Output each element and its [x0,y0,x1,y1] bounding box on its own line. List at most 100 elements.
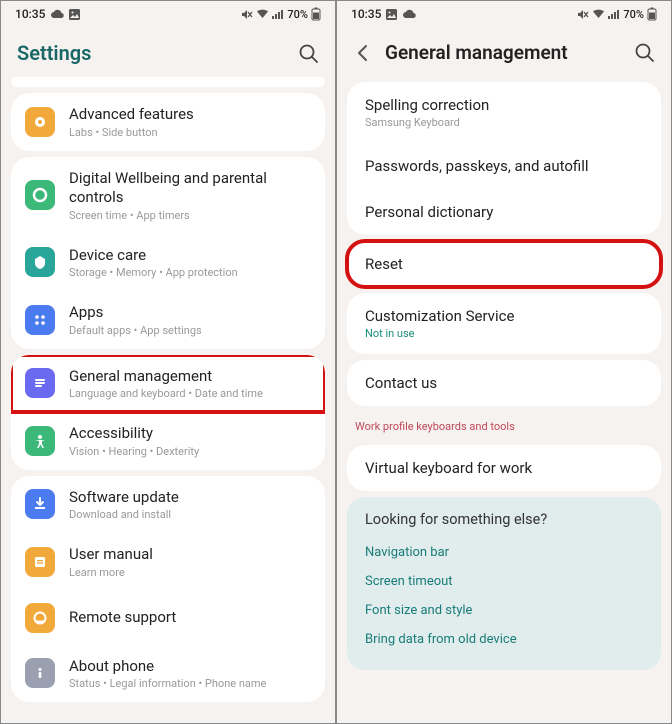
battery-pct: 70% [287,8,308,21]
item-subtitle: Download and install [69,508,311,521]
gm-item[interactable]: Customization Service Not in use [347,293,661,354]
item-title: General management [69,367,311,387]
advanced-icon [25,107,55,137]
settings-item-remote[interactable]: Remote support [11,591,325,645]
item-subtitle: Storage • Memory • App protection [69,266,311,279]
settings-group: Digital Wellbeing and parental controlsS… [11,157,325,349]
gm-group: Customization Service Not in use [347,293,661,354]
item-title: User manual [69,545,311,565]
back-icon[interactable] [353,43,373,63]
status-bar: 10:35 70% [1,1,335,23]
devicecare-icon [25,247,55,277]
suggest-link[interactable]: Bring data from old device [365,625,643,654]
settings-group: Software updateDownload and installUser … [11,476,325,703]
item-title: Passwords, passkeys, and autofill [365,157,643,175]
search-icon[interactable] [298,43,319,64]
item-title: Digital Wellbeing and parental controls [69,169,311,208]
two-phone-layout: 10:35 70% [0,0,672,724]
status-time: 10:35 [351,7,381,21]
status-bar: 10:35 70% [337,1,671,23]
gm-group: Reset [347,241,661,287]
item-subtitle: Samsung Keyboard [365,116,643,129]
section-label: Work profile keyboards and tools [337,412,671,439]
settings-item-update[interactable]: Software updateDownload and install [11,476,325,534]
item-subtitle: Default apps • App settings [69,324,311,337]
peek-card-top [11,77,325,87]
update-icon [25,489,55,519]
item-title: Software update [69,488,311,508]
gm-group: Virtual keyboard for work [347,445,661,491]
item-subtitle: Not in use [365,327,643,340]
gm-item[interactable]: Reset [347,241,661,287]
item-title: Customization Service [365,307,643,325]
settings-item-apps[interactable]: AppsDefault apps • App settings [11,291,325,349]
apps-icon [25,305,55,335]
settings-scroll[interactable]: Advanced featuresLabs • Side button Digit… [1,77,335,723]
settings-item-about[interactable]: About phoneStatus • Legal information • … [11,645,325,703]
general-icon [25,368,55,398]
remote-icon [25,603,55,633]
gm-item[interactable]: Contact us [347,360,661,406]
wellbeing-icon [25,180,55,210]
signal-icon [272,9,284,19]
item-title: Remote support [69,608,311,628]
accessibility-icon [25,426,55,456]
search-icon[interactable] [634,42,655,63]
cloud-icon [50,9,64,19]
item-subtitle: Learn more [69,566,311,579]
suggest-link[interactable]: Navigation bar [365,538,643,567]
battery-icon [647,7,657,21]
wifi-icon [592,9,605,19]
settings-header: Settings [1,23,335,77]
gm-item[interactable]: Passwords, passkeys, and autofill [347,143,661,189]
gm-item[interactable]: Virtual keyboard for work [347,445,661,491]
suggest-link[interactable]: Screen timeout [365,567,643,596]
image-icon [386,9,397,20]
suggest-box: Looking for something else? Navigation b… [347,497,661,670]
battery-icon [311,7,321,21]
item-title: Device care [69,246,311,266]
manual-icon [25,547,55,577]
cloud-icon [402,9,416,19]
phone-right: 10:35 70% [336,0,672,724]
item-subtitle: Language and keyboard • Date and time [69,387,311,400]
about-icon [25,658,55,688]
item-subtitle: Labs • Side button [69,126,311,139]
settings-item-devicecare[interactable]: Device careStorage • Memory • App protec… [11,234,325,292]
suggest-link[interactable]: Font size and style [365,596,643,625]
item-title: Personal dictionary [365,203,643,221]
settings-group: Advanced featuresLabs • Side button [11,93,325,151]
settings-item-general[interactable]: General managementLanguage and keyboard … [11,355,325,413]
settings-item-wellbeing[interactable]: Digital Wellbeing and parental controlsS… [11,157,325,234]
item-title: Reset [365,255,643,273]
gm-scroll[interactable]: Spelling correction Samsung Keyboard Passw… [337,76,671,723]
gm-group: Spelling correction Samsung Keyboard Passw… [347,82,661,235]
item-title: Apps [69,303,311,323]
item-subtitle: Vision • Hearing • Dexterity [69,445,311,458]
gm-item[interactable]: Spelling correction Samsung Keyboard [347,82,661,143]
mute-icon [577,9,589,20]
page-title: Settings [17,41,91,65]
settings-item-manual[interactable]: User manualLearn more [11,533,325,591]
item-title: Virtual keyboard for work [365,459,643,477]
gm-header: General management [337,23,671,76]
item-subtitle: Screen time • App timers [69,209,311,222]
item-title: Spelling correction [365,96,643,114]
settings-item-accessibility[interactable]: AccessibilityVision • Hearing • Dexterit… [11,412,325,470]
item-title: Accessibility [69,424,311,444]
mute-icon [241,9,253,20]
item-title: About phone [69,657,311,677]
item-title: Advanced features [69,105,311,125]
page-title: General management [385,41,568,64]
item-title: Contact us [365,374,643,392]
item-subtitle: Status • Legal information • Phone name [69,677,311,690]
battery-pct: 70% [623,8,644,21]
image-icon [69,9,80,20]
settings-group: General managementLanguage and keyboard … [11,355,325,470]
phone-left: 10:35 70% [0,0,336,724]
gm-group: Contact us [347,360,661,406]
wifi-icon [256,9,269,19]
settings-item-advanced[interactable]: Advanced featuresLabs • Side button [11,93,325,151]
gm-item[interactable]: Personal dictionary [347,189,661,235]
signal-icon [608,9,620,19]
